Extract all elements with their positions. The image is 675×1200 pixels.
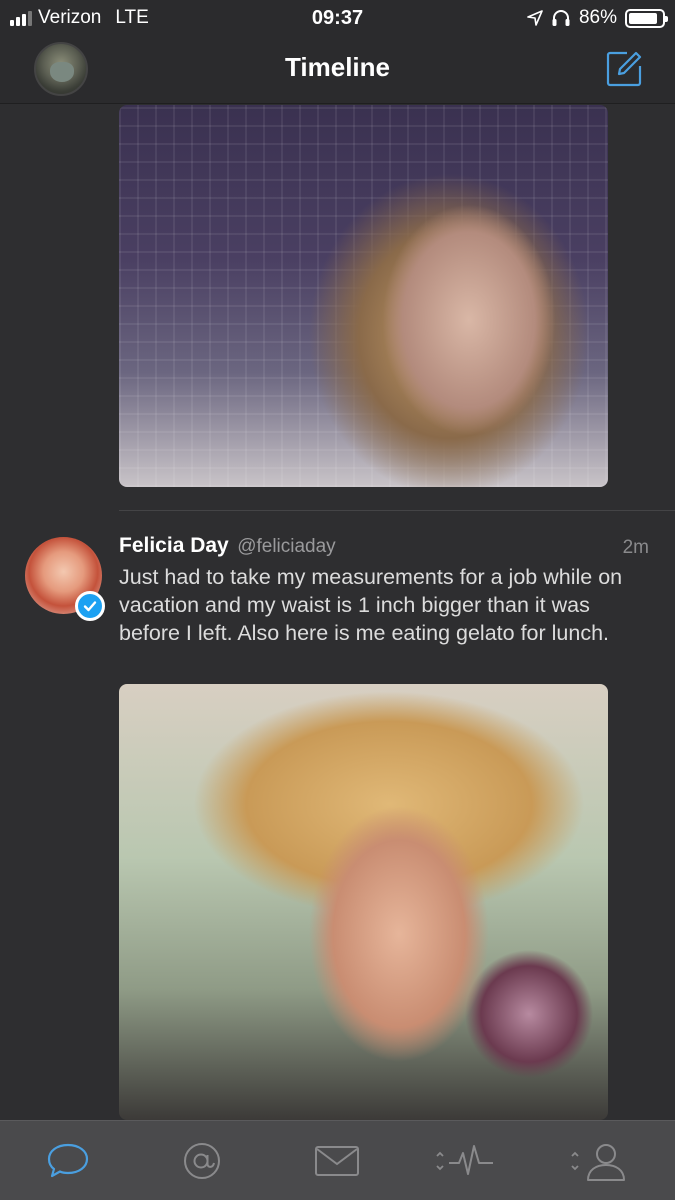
tweet-photo[interactable] — [119, 684, 608, 1120]
location-arrow-icon — [527, 10, 543, 26]
nav-bar: Timeline — [0, 36, 675, 104]
compose-button[interactable] — [605, 50, 643, 88]
page-title: Timeline — [284, 52, 390, 82]
timeline-feed[interactable]: Felicia Day @feliciaday 2m Just had to t… — [0, 105, 675, 1120]
tweet-timestamp: 2m — [622, 537, 649, 558]
user-name[interactable]: Felicia Day — [119, 534, 229, 557]
envelope-icon — [315, 1146, 359, 1176]
profile-icon — [571, 1144, 625, 1181]
battery-percent: 86% — [578, 7, 617, 28]
tab-timeline[interactable] — [42, 1139, 94, 1183]
status-bar: Verizon LTE 09:37 86% — [0, 0, 675, 36]
speech-bubble-icon — [47, 1143, 89, 1178]
user-handle[interactable]: @feliciaday — [237, 536, 336, 557]
tab-mentions[interactable] — [176, 1139, 228, 1183]
tweet-text: Just had to take my measurements for a j… — [119, 565, 623, 645]
tab-messages[interactable] — [311, 1139, 363, 1183]
headphones-icon — [552, 10, 570, 26]
status-right: 86% — [527, 7, 668, 29]
verified-badge-icon — [75, 591, 105, 621]
at-sign-icon — [184, 1143, 220, 1179]
battery-icon — [625, 8, 668, 28]
compose-icon — [606, 51, 642, 87]
tab-bar — [0, 1120, 675, 1200]
tweet-photo[interactable] — [119, 105, 608, 487]
tab-profile[interactable] — [568, 1139, 630, 1183]
battery-fill — [629, 12, 657, 24]
activity-icon — [436, 1145, 493, 1175]
tweet-header: Felicia Day @feliciaday 2m — [119, 534, 649, 564]
tweet-divider — [119, 510, 675, 511]
tab-activity[interactable] — [433, 1139, 497, 1183]
